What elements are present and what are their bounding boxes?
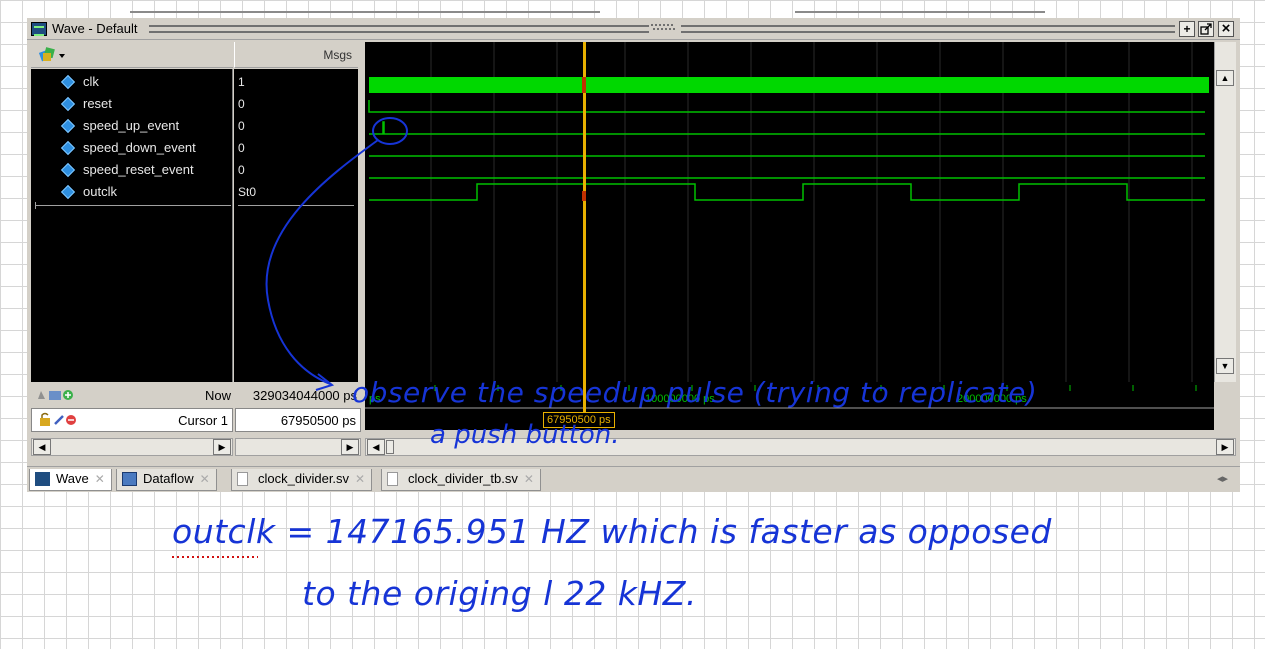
tab-label: clock_divider_tb.sv xyxy=(408,471,518,486)
cursor-row-icons xyxy=(40,412,76,426)
names-header xyxy=(31,42,233,68)
row-separator xyxy=(35,205,231,206)
signal-value: 0 xyxy=(238,163,245,177)
tab-clock-divider-sv[interactable]: clock_divider.sv ✕ xyxy=(231,469,373,491)
now-value: 329034044000 ps xyxy=(252,388,357,403)
waveform-canvas xyxy=(368,42,1209,382)
scroll-up-button[interactable]: ▲ xyxy=(1216,70,1234,86)
signal-diamond-icon xyxy=(60,162,76,178)
scroll-down-button[interactable]: ▼ xyxy=(1216,358,1234,374)
signal-name: reset xyxy=(83,96,112,111)
close-window-button[interactable]: × xyxy=(1218,21,1234,37)
signal-diamond-icon xyxy=(60,184,76,200)
signal-diamond-icon xyxy=(60,118,76,134)
undock-icon xyxy=(1200,23,1212,35)
signal-value: 0 xyxy=(238,97,245,111)
scroll-right-button[interactable]: ▶ xyxy=(341,439,359,455)
tab-label: Wave xyxy=(56,471,89,486)
vertical-scrollbar[interactable]: ▲ ▼ xyxy=(1214,42,1236,382)
signal-value: 0 xyxy=(238,141,245,155)
layers-menu-icon[interactable] xyxy=(38,46,67,64)
tab-scroll-arrows[interactable]: ◂▸ xyxy=(1217,472,1228,485)
msgs-header: Msgs xyxy=(234,42,358,68)
close-icon[interactable]: ✕ xyxy=(355,472,365,486)
file-tab-icon xyxy=(237,472,248,486)
tab-label: Dataflow xyxy=(143,471,194,486)
scroll-right-button[interactable]: ▶ xyxy=(213,439,231,455)
note-outclk-frequency: outclk = 147165.951 HZ which is faster a… xyxy=(172,512,1052,551)
signal-diamond-icon xyxy=(60,140,76,156)
signal-value: St0 xyxy=(238,185,257,199)
signal-names-pane: Msgs clk reset speed_up_event speed_down… xyxy=(31,42,358,382)
tab-dataflow[interactable]: Dataflow ✕ xyxy=(116,469,217,491)
tab-wave[interactable]: Wave ✕ xyxy=(29,469,112,491)
tab-label: clock_divider.sv xyxy=(258,471,350,486)
msgs-label: Msgs xyxy=(323,48,352,62)
signal-value: 1 xyxy=(238,75,245,89)
note-original-frequency: to the origing l 22 kHZ. xyxy=(302,574,697,613)
wave-app-icon xyxy=(31,22,47,36)
signal-value-list: 1 0 0 0 0 St0 xyxy=(234,69,358,382)
title-grip-handle[interactable] xyxy=(649,23,679,33)
cursor-marker-clk xyxy=(582,77,586,93)
close-icon[interactable]: ✕ xyxy=(200,472,210,486)
tab-clock-divider-tb-sv[interactable]: clock_divider_tb.sv ✕ xyxy=(381,469,541,491)
signal-diamond-icon xyxy=(60,96,76,112)
scroll-left-button[interactable]: ◀ xyxy=(33,439,51,455)
annotation-speedup: observe the speedup pulse (trying to rep… xyxy=(352,376,1038,409)
signal-row-outclk[interactable]: outclk xyxy=(31,181,231,203)
signal-name: outclk xyxy=(83,184,117,199)
clk-waveform xyxy=(369,77,1209,93)
signal-name: speed_down_event xyxy=(83,140,196,155)
cursor-marker-outclk xyxy=(582,191,586,201)
signal-name: clk xyxy=(83,74,99,89)
wave-tab-icon xyxy=(35,472,50,486)
row-separator-tick xyxy=(35,202,36,209)
names-hscroll[interactable]: ◀ ▶ xyxy=(31,438,233,456)
values-hscroll[interactable]: ▶ xyxy=(235,438,361,456)
now-row-icons xyxy=(35,387,95,403)
signal-row-clk[interactable]: clk xyxy=(31,71,231,93)
waveform-pane[interactable] xyxy=(365,42,1214,382)
scroll-left-button[interactable]: ◀ xyxy=(367,439,385,455)
signal-diamond-icon xyxy=(60,74,76,90)
dataflow-tab-icon xyxy=(122,472,137,486)
horizontal-scroll-row: ◀ ▶ ▶ ◀ ▶ xyxy=(31,436,1236,458)
close-icon[interactable]: ✕ xyxy=(95,472,105,486)
signal-row-speed-up-event[interactable]: speed_up_event xyxy=(31,115,231,137)
title-bar[interactable]: Wave - Default + × xyxy=(27,18,1240,40)
scroll-right-button[interactable]: ▶ xyxy=(1216,439,1234,455)
close-icon[interactable]: ✕ xyxy=(524,472,534,486)
add-pane-button[interactable]: + xyxy=(1179,21,1195,37)
wave-scroll-thumb[interactable] xyxy=(386,440,394,454)
file-tab-icon xyxy=(387,472,398,486)
undock-button[interactable] xyxy=(1198,21,1214,37)
wave-window: Wave - Default + × Msgs clk reset speed_… xyxy=(27,18,1240,492)
signal-row-speed-down-event[interactable]: speed_down_event xyxy=(31,137,231,159)
signal-name-list: clk reset speed_up_event speed_down_even… xyxy=(31,69,233,382)
signal-row-speed-reset-event[interactable]: speed_reset_event xyxy=(31,159,231,181)
cursor-value: 67950500 ps xyxy=(280,413,356,428)
cursor-row[interactable]: Cursor 1 xyxy=(31,408,233,432)
row-separator xyxy=(238,205,354,206)
signal-row-reset[interactable]: reset xyxy=(31,93,231,115)
signal-name: speed_up_event xyxy=(83,118,180,133)
title-grip-right xyxy=(681,25,1175,33)
annotation-push-button: a push button. xyxy=(430,420,620,450)
title-grip-left xyxy=(149,25,649,33)
window-title: Wave - Default xyxy=(52,21,138,36)
cursor-value-box[interactable]: 67950500 ps xyxy=(235,408,361,432)
signal-value: 0 xyxy=(238,119,245,133)
tab-bar: Wave ✕ Dataflow ✕ clock_divider.sv ✕ clock_… xyxy=(27,466,1240,492)
signal-name: speed_reset_event xyxy=(83,162,194,177)
cursor-label: Cursor 1 xyxy=(178,413,228,428)
previous-window-edge-right xyxy=(795,10,1045,13)
previous-window-edge xyxy=(130,10,600,13)
now-label: Now xyxy=(204,388,231,403)
